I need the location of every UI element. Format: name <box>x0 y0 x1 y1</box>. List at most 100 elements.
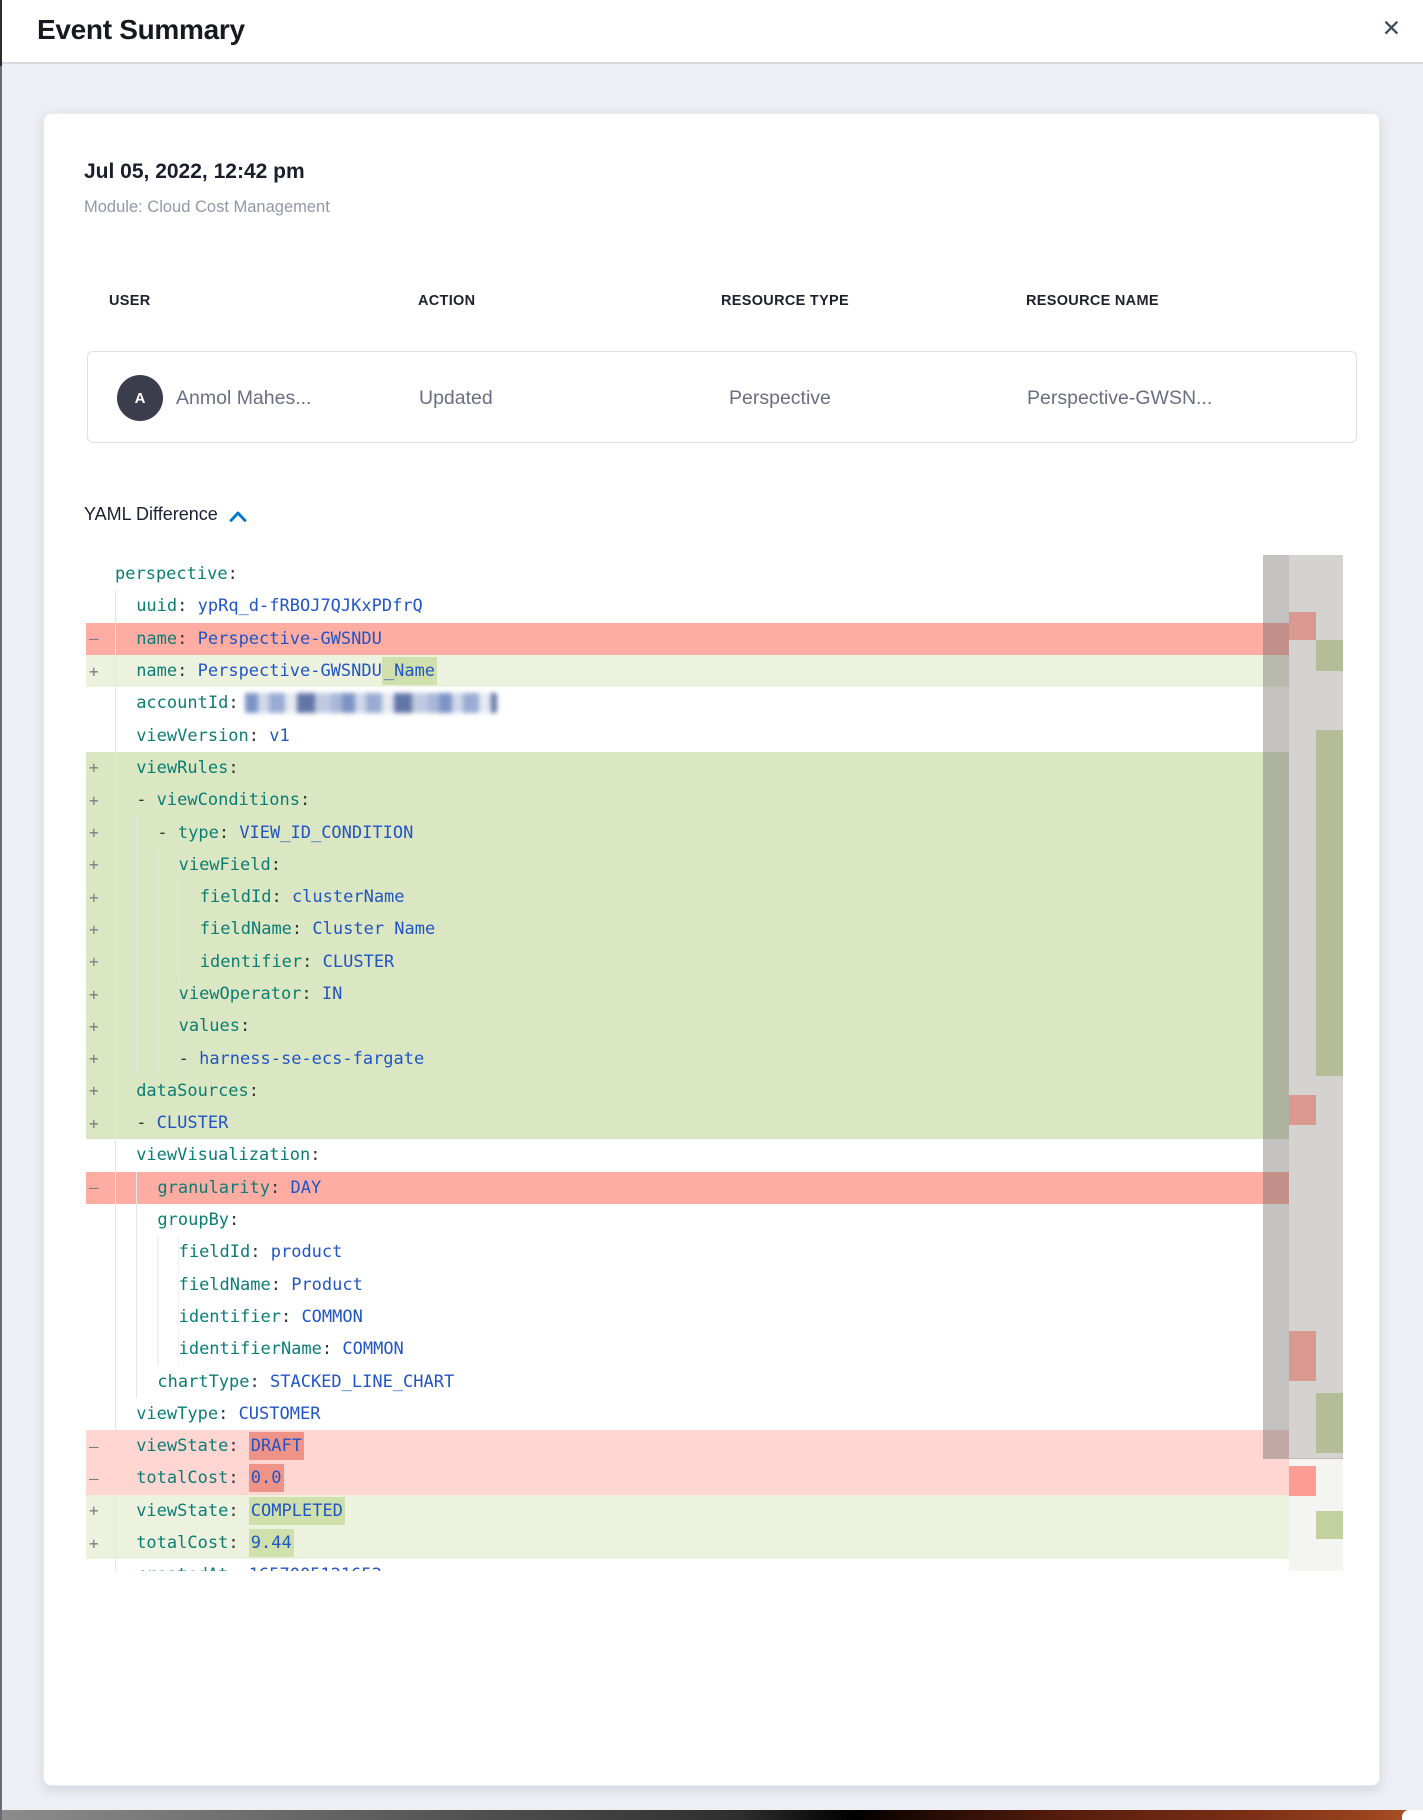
diff-gutter-marker: + <box>86 855 115 874</box>
code-token: clusterName <box>292 887 405 907</box>
code-token: Product <box>291 1275 363 1295</box>
code-token: _Name <box>382 657 437 685</box>
code-line: uuid: ypRq_d-fRBOJ7QJKxPDfrQ <box>86 590 1289 622</box>
yaml-difference-toggle[interactable]: YAML Difference <box>84 504 247 525</box>
code-line: +fieldName: Cluster Name <box>86 913 1289 945</box>
code-token: granularity <box>157 1178 270 1198</box>
code-token: : <box>228 1468 248 1488</box>
code-token: Cluster Name <box>312 919 435 939</box>
code-token: : <box>240 1016 250 1036</box>
code-token: identifier <box>179 1307 281 1327</box>
diff-gutter-marker: + <box>86 888 115 907</box>
indent-guides <box>115 1269 179 1301</box>
diff-gutter-marker: + <box>86 662 115 681</box>
event-date: Jul 05, 2022, 12:42 pm <box>84 160 305 184</box>
diff-gutter-marker: + <box>86 1501 115 1520</box>
table-row[interactable]: A Anmol Mahes... Updated Perspective Per… <box>87 351 1357 443</box>
code-token: identifier <box>200 952 302 972</box>
code-line: accountId: <box>86 687 1289 719</box>
column-header-resource-type: RESOURCE TYPE <box>721 293 849 309</box>
code-line: +- viewConditions: <box>86 784 1289 816</box>
code-token: identifierName <box>179 1339 322 1359</box>
diff-gutter-marker: + <box>86 952 115 971</box>
row-resource-type: Perspective <box>729 352 831 444</box>
code-token: accountId <box>136 693 228 713</box>
page-title: Event Summary <box>37 14 245 46</box>
minimap-viewport-shade <box>1289 555 1343 1459</box>
code-token: name <box>136 661 177 681</box>
code-token: chartType <box>157 1372 249 1392</box>
code-line: –granularity: DAY <box>86 1172 1289 1204</box>
code-token: : <box>271 1275 291 1295</box>
code-line: fieldName: Product <box>86 1269 1289 1301</box>
indent-guides <box>115 1495 136 1527</box>
code-line: +totalCost: 9.44 <box>86 1527 1289 1559</box>
diff-gutter-marker: + <box>86 1081 115 1100</box>
row-resource-name: Perspective-GWSN... <box>1027 352 1212 444</box>
table-header: USER ACTION RESOURCE TYPE RESOURCE NAME <box>44 293 1379 313</box>
indent-guides <box>115 1527 136 1559</box>
row-user: Anmol Mahes... <box>176 352 311 444</box>
diff-gutter-marker: + <box>86 1017 115 1036</box>
underlying-window-edge <box>0 1810 1423 1820</box>
indent-guides <box>115 1430 136 1462</box>
code-token: : <box>301 984 321 1004</box>
minimap-added-mark <box>1316 1511 1343 1539</box>
code-token: : <box>302 952 322 972</box>
row-action: Updated <box>419 352 493 444</box>
code-token: 9.44 <box>249 1529 294 1557</box>
code-token: totalCost <box>136 1468 228 1488</box>
close-icon[interactable]: ✕ <box>1382 16 1401 42</box>
panel-header: Event Summary ✕ <box>0 0 1423 64</box>
indent-guides <box>115 1010 179 1042</box>
code-line: –name: Perspective-GWSNDU <box>86 623 1289 655</box>
diff-gutter-marker: + <box>86 1534 115 1553</box>
code-token: : <box>228 758 238 778</box>
code-token: CLUSTER <box>323 952 395 972</box>
indent-guides <box>115 849 179 881</box>
code-token: 1657005121653 <box>249 1565 382 1571</box>
underlying-window-corner <box>1402 1810 1423 1820</box>
code-line: +- harness-se-ecs-fargate <box>86 1042 1289 1074</box>
indent-guides <box>115 913 200 945</box>
code-line: + name: Perspective-GWSNDU_Name <box>86 655 1289 687</box>
column-header-action: ACTION <box>418 293 475 309</box>
diff-gutter-marker: – <box>86 629 115 648</box>
diff-gutter-marker: + <box>86 985 115 1004</box>
indent-guides <box>115 1236 179 1268</box>
code-token: : <box>228 693 238 713</box>
code-line: chartType: STACKED_LINE_CHART <box>86 1365 1289 1397</box>
code-token: viewOperator <box>179 984 302 1004</box>
indent-guides <box>115 752 136 784</box>
code-line: identifierName: COMMON <box>86 1333 1289 1365</box>
code-line: +viewField: <box>86 849 1289 881</box>
code-token: type <box>178 823 219 843</box>
diff-gutter-marker: + <box>86 791 115 810</box>
indent-guides <box>115 1462 136 1494</box>
code-token: Perspective-GWSNDU <box>198 661 382 681</box>
indent-guides <box>115 784 136 816</box>
code-token: : <box>177 596 197 616</box>
code-line: createdAt: 1657005121653 <box>86 1559 1289 1571</box>
code-line: + identifier: CLUSTER <box>86 946 1289 978</box>
code-token: : <box>177 661 197 681</box>
minimap[interactable] <box>1289 555 1343 1571</box>
code-token: DRAFT <box>249 1432 304 1460</box>
scrollbar-thumb[interactable] <box>1263 555 1289 1459</box>
code-token: dataSources <box>136 1081 249 1101</box>
indent-guides <box>115 590 136 622</box>
code-token: viewVersion <box>136 726 249 746</box>
code-token: viewState <box>136 1436 228 1456</box>
indent-guides <box>115 1139 136 1171</box>
code-line: perspective: <box>86 558 1289 590</box>
code-token: : <box>228 1436 248 1456</box>
indent-guides <box>115 655 136 687</box>
code-line: +dataSources: <box>86 1075 1289 1107</box>
code-token: product <box>271 1242 343 1262</box>
indent-guides <box>115 623 136 655</box>
code-token: COMMON <box>342 1339 403 1359</box>
code-token: viewVisualization <box>136 1145 310 1165</box>
code-token: : <box>271 855 281 875</box>
indent-guides <box>115 1365 157 1397</box>
code-line: viewVisualization: <box>86 1139 1289 1171</box>
